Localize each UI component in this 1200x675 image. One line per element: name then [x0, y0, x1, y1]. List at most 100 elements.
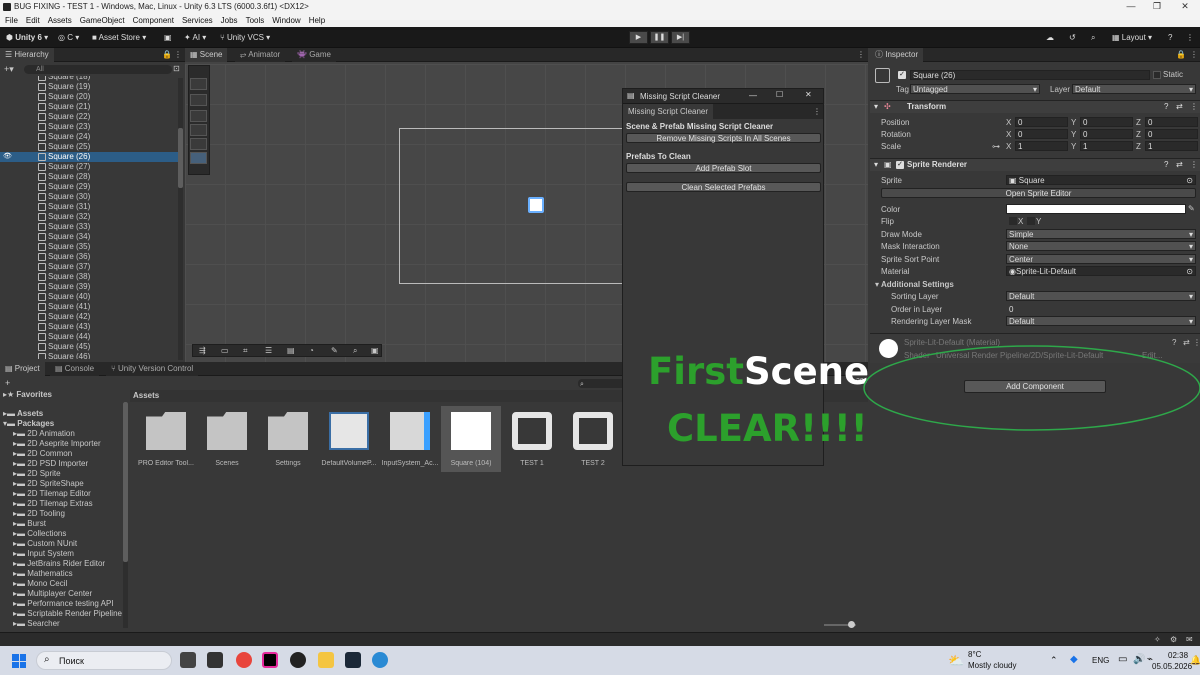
- rider-icon[interactable]: [262, 652, 278, 668]
- asset-store-button[interactable]: ■ Asset Store ▾: [92, 31, 146, 44]
- filter-icon[interactable]: ⊡: [173, 64, 180, 73]
- asset-item[interactable]: DefaultVolumeP...: [319, 406, 379, 472]
- unity-hub-icon[interactable]: [207, 652, 223, 668]
- hierarchy-item[interactable]: Square (25): [0, 142, 178, 152]
- layer-dropdown[interactable]: Default ▾: [1072, 84, 1196, 94]
- menu-gameobject[interactable]: GameObject: [80, 16, 125, 25]
- hierarchy-item[interactable]: Square (31): [0, 202, 178, 212]
- asset-item[interactable]: Settings: [258, 406, 318, 472]
- asset-item[interactable]: Square (104): [441, 406, 501, 472]
- rotation-field[interactable]: 0: [1145, 129, 1198, 139]
- close-icon[interactable]: ✕: [1178, 1, 1192, 13]
- weather-desc[interactable]: Mostly cloudy: [968, 661, 1016, 670]
- project-tree-scrollbar[interactable]: [123, 402, 128, 628]
- view-tool-icon[interactable]: [190, 78, 207, 90]
- hierarchy-item[interactable]: Square (32): [0, 212, 178, 222]
- pause-button[interactable]: ❚❚: [650, 31, 669, 44]
- hierarchy-item[interactable]: Square (43): [0, 322, 178, 332]
- rect-icon[interactable]: ▭: [221, 346, 229, 355]
- help-icon[interactable]: ?: [1164, 101, 1168, 113]
- sprite-sort-point-dropdown[interactable]: Center ▾: [1006, 254, 1196, 264]
- package-item[interactable]: ▸▬ Mono Cecil: [13, 579, 67, 589]
- msc-close-icon[interactable]: ✕: [805, 90, 812, 99]
- package-item[interactable]: ▸▬ Collections: [13, 529, 66, 539]
- scale-field[interactable]: 1: [1080, 141, 1133, 151]
- package-item[interactable]: ▸▬ Performance testing API: [13, 599, 114, 609]
- menu-help[interactable]: Help: [309, 16, 325, 25]
- foldout-icon[interactable]: ▾: [874, 101, 878, 113]
- scale-field[interactable]: 1: [1145, 141, 1198, 151]
- display-icon[interactable]: ▭: [1118, 654, 1127, 665]
- lock-icon[interactable]: 🔒: [1176, 50, 1186, 59]
- hierarchy-scroll-thumb[interactable]: [178, 128, 183, 188]
- tab-version-control[interactable]: ⑂ Unity Version Control: [106, 362, 199, 376]
- flip-x-checkbox[interactable]: [1009, 217, 1017, 225]
- rotation-field[interactable]: 0: [1080, 129, 1133, 139]
- material-field[interactable]: ◉Sprite-Lit-Default ⊙: [1006, 266, 1196, 276]
- asset-item[interactable]: TEST 1: [502, 406, 562, 472]
- menu-component[interactable]: Component: [133, 16, 174, 25]
- sorting-layer-dropdown[interactable]: Default ▾: [1006, 291, 1196, 301]
- foldout-icon[interactable]: ▾: [874, 159, 878, 171]
- step-button[interactable]: ▶|: [671, 31, 690, 44]
- package-item[interactable]: ▸▬ 2D Tooling: [13, 509, 65, 519]
- hierarchy-item[interactable]: Square (23): [0, 122, 178, 132]
- hierarchy-item[interactable]: Square (40): [0, 292, 178, 302]
- sprite-field[interactable]: ▣ Square ⊙: [1006, 175, 1196, 185]
- hierarchy-item[interactable]: Square (41): [0, 302, 178, 312]
- package-item[interactable]: ▸▬ 2D SpriteShape: [13, 479, 84, 489]
- hierarchy-item[interactable]: Square (42): [0, 312, 178, 322]
- menu-tools[interactable]: Tools: [246, 16, 265, 25]
- snap-icon[interactable]: ⇶: [199, 346, 206, 355]
- menu-jobs[interactable]: Jobs: [221, 16, 238, 25]
- package-item[interactable]: ▸▬ Burst: [13, 519, 46, 529]
- tab-console[interactable]: ▤ Console: [50, 362, 100, 376]
- open-sprite-editor-button[interactable]: Open Sprite Editor: [881, 188, 1196, 198]
- hierarchy-item[interactable]: Square (19): [0, 82, 178, 92]
- preset-icon[interactable]: ⇄: [1176, 159, 1183, 171]
- tab-animator[interactable]: ⥂ Animator: [235, 48, 286, 62]
- hierarchy-item[interactable]: Square (36): [0, 252, 178, 262]
- zoom-slider-handle[interactable]: [848, 621, 855, 628]
- scale-tool-icon[interactable]: [190, 138, 207, 150]
- tray-chevron-icon[interactable]: ⌃: [1050, 655, 1058, 666]
- package-item[interactable]: ▸▬ 2D Aseprite Importer: [13, 439, 101, 449]
- tiles-icon[interactable]: ▤: [287, 346, 295, 355]
- hierarchy-item[interactable]: Square (46): [0, 352, 178, 359]
- search-icon[interactable]: ⌕: [1091, 31, 1095, 44]
- hierarchy-item[interactable]: Square (27): [0, 162, 178, 172]
- hierarchy-item[interactable]: Square (44): [0, 332, 178, 342]
- play-button[interactable]: ▶: [629, 31, 648, 44]
- package-item[interactable]: ▸▬ JetBrains Rider Editor: [13, 559, 105, 569]
- hierarchy-item[interactable]: Square (35): [0, 242, 178, 252]
- menu-window[interactable]: Window: [272, 16, 300, 25]
- asset-item[interactable]: TEST 2: [563, 406, 623, 472]
- hierarchy-item[interactable]: Square (30): [0, 192, 178, 202]
- menu-edit[interactable]: Edit: [26, 16, 40, 25]
- tab-project[interactable]: ▤ Project: [0, 362, 45, 376]
- account-button[interactable]: ⬢ Unity 6 ▾: [6, 31, 48, 44]
- tag-dropdown[interactable]: Untagged ▾: [910, 84, 1040, 94]
- package-item[interactable]: ▸▬ 2D Common: [13, 449, 72, 459]
- hierarchy-item[interactable]: Square (37): [0, 262, 178, 272]
- notification-bell-icon[interactable]: 🔔: [1190, 655, 1200, 666]
- color-swatch[interactable]: [1006, 204, 1186, 214]
- menu-services[interactable]: Services: [182, 16, 213, 25]
- maximize-icon[interactable]: ❐: [1150, 1, 1164, 13]
- selected-square-sprite[interactable]: [528, 197, 544, 213]
- hierarchy-search-input[interactable]: All: [24, 65, 172, 74]
- menu-file[interactable]: File: [5, 16, 18, 25]
- more-icon[interactable]: ⋮: [813, 107, 821, 116]
- zoom-icon[interactable]: ⌕: [353, 346, 357, 356]
- rotate-tool-icon[interactable]: [190, 124, 207, 136]
- tray-app-icon[interactable]: ◆: [1070, 654, 1078, 665]
- msc-tab[interactable]: Missing Script Cleaner: [623, 104, 714, 120]
- settings-icon[interactable]: ⚙: [1170, 635, 1177, 644]
- order-in-layer-field[interactable]: 0: [1006, 304, 1196, 314]
- hierarchy-item[interactable]: Square (21): [0, 102, 178, 112]
- favorites-item[interactable]: ▸★ Favorites: [3, 390, 52, 400]
- add-prefab-slot-button[interactable]: Add Prefab Slot: [626, 163, 821, 173]
- package-item[interactable]: ▸▬ 2D Tilemap Extras: [13, 499, 93, 509]
- hierarchy-item[interactable]: Square (45): [0, 342, 178, 352]
- position-field[interactable]: 0: [1080, 117, 1133, 127]
